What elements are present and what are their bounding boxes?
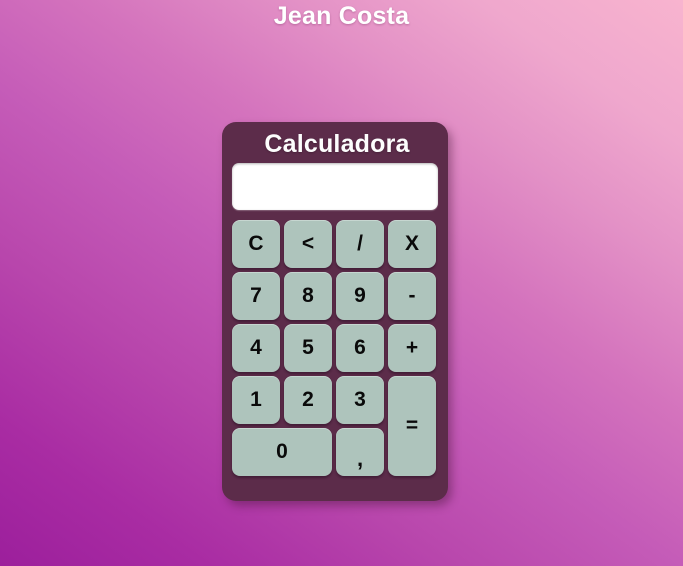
key-3[interactable]: 3 [336, 376, 384, 424]
key-equals[interactable]: = [388, 376, 436, 476]
key-2[interactable]: 2 [284, 376, 332, 424]
key-4[interactable]: 4 [232, 324, 280, 372]
key-0[interactable]: 0 [232, 428, 332, 476]
key-1[interactable]: 1 [232, 376, 280, 424]
key-clear[interactable]: C [232, 220, 280, 268]
key-multiply[interactable]: X [388, 220, 436, 268]
calculator-panel: Calculadora C < / X 7 8 9 - 4 5 6 + 1 2 … [222, 122, 448, 501]
key-divide[interactable]: / [336, 220, 384, 268]
page-title: Jean Costa [273, 2, 410, 30]
key-5[interactable]: 5 [284, 324, 332, 372]
calculator-keypad: C < / X 7 8 9 - 4 5 6 + 1 2 3 = 0 , [232, 220, 438, 476]
key-6[interactable]: 6 [336, 324, 384, 372]
key-add[interactable]: + [388, 324, 436, 372]
calculator-title: Calculadora [264, 130, 410, 158]
key-7[interactable]: 7 [232, 272, 280, 320]
key-8[interactable]: 8 [284, 272, 332, 320]
key-decimal-comma[interactable]: , [336, 428, 384, 476]
page-header: Jean Costa [0, 0, 683, 31]
calculator-display[interactable] [232, 163, 438, 210]
key-backspace[interactable]: < [284, 220, 332, 268]
key-subtract[interactable]: - [388, 272, 436, 320]
key-9[interactable]: 9 [336, 272, 384, 320]
